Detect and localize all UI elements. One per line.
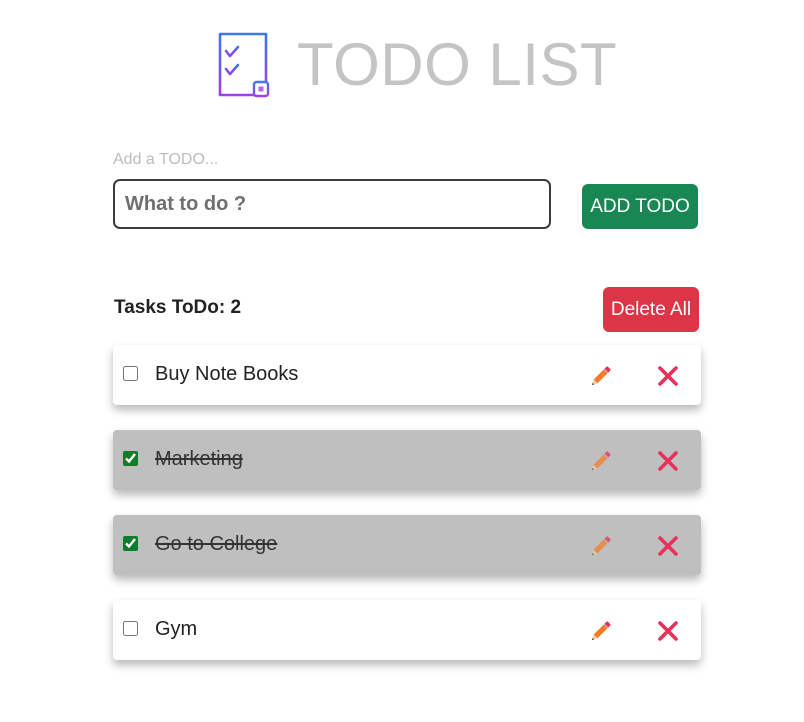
todo-text: Marketing	[155, 448, 243, 470]
delete-button[interactable]	[653, 361, 683, 391]
edit-button[interactable]	[586, 361, 616, 391]
todo-item: Marketing	[113, 430, 701, 490]
todo-checkbox[interactable]	[123, 621, 138, 636]
close-icon	[658, 621, 678, 641]
add-todo-button[interactable]: ADD TODO	[582, 184, 698, 229]
close-icon	[658, 451, 678, 471]
app-header: TODO LIST	[216, 30, 617, 100]
close-icon	[658, 366, 678, 386]
todo-checkbox[interactable]	[123, 451, 138, 466]
todo-text: Gym	[155, 618, 198, 640]
todo-text: Buy Note Books	[155, 363, 299, 385]
delete-button[interactable]	[653, 446, 683, 476]
todo-text: Go to College	[155, 533, 278, 555]
delete-button[interactable]	[653, 616, 683, 646]
todo-input[interactable]	[113, 179, 551, 229]
pencil-icon	[592, 366, 611, 385]
pencil-icon	[592, 536, 611, 555]
add-todo-label: Add a TODO...	[113, 151, 219, 168]
delete-all-button[interactable]: Delete All	[603, 287, 699, 332]
app-title: TODO LIST	[297, 31, 618, 98]
pencil-icon	[592, 451, 611, 470]
tasks-count: Tasks ToDo: 2	[114, 297, 242, 318]
todo-checkbox[interactable]	[123, 366, 138, 381]
todo-list: Buy Note Books Marketing Go to College G…	[113, 345, 701, 685]
edit-button[interactable]	[586, 531, 616, 561]
todo-item: Buy Note Books	[113, 345, 701, 405]
checklist-icon	[218, 32, 270, 98]
delete-button[interactable]	[653, 531, 683, 561]
close-icon	[658, 536, 678, 556]
todo-checkbox[interactable]	[123, 536, 138, 551]
todo-item: Gym	[113, 600, 701, 660]
edit-button[interactable]	[586, 616, 616, 646]
todo-item: Go to College	[113, 515, 701, 575]
edit-button[interactable]	[586, 446, 616, 476]
pencil-icon	[592, 621, 611, 640]
